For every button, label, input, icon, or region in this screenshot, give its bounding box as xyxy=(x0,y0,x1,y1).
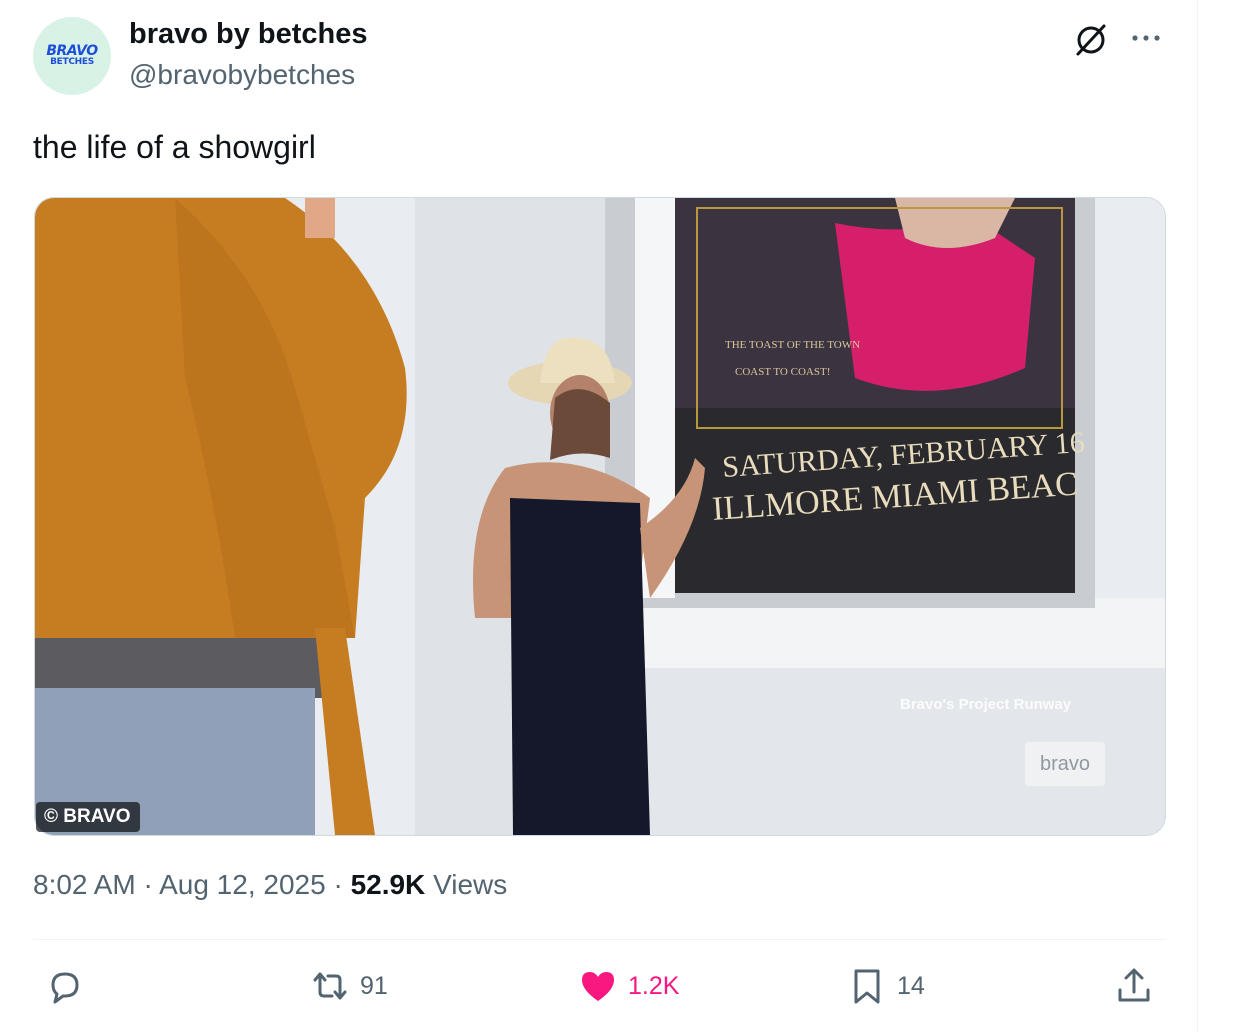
user-handle[interactable]: @bravobybetches xyxy=(129,59,355,91)
post-meta: 8:02 AM · Aug 12, 2025 · 52.9K Views xyxy=(33,869,507,901)
avatar-logo-line2: BETCHES xyxy=(50,57,94,67)
bookmark-button[interactable]: 14 xyxy=(847,966,925,1006)
avatar[interactable]: BRAVO BETCHES xyxy=(33,17,111,95)
display-name[interactable]: bravo by betches xyxy=(129,18,368,51)
heart-icon xyxy=(582,972,614,1001)
grok-icon[interactable] xyxy=(1073,22,1109,58)
bravo-watermark-logo: bravo xyxy=(1025,742,1105,786)
meta-separator: · xyxy=(143,869,160,900)
share-icon xyxy=(1118,968,1150,1002)
column-border xyxy=(1197,0,1198,1032)
post-image[interactable]: THE TOAST OF THE TOWN COAST TO COAST! SA… xyxy=(34,197,1166,836)
watermark-text: Bravo's Project Runway xyxy=(900,696,1072,713)
credit-badge: © BRAVO xyxy=(36,802,141,832)
post-text: the life of a showgirl xyxy=(33,129,316,165)
bookmark-count: 14 xyxy=(897,971,925,1000)
views-count: 52.9K xyxy=(350,869,426,900)
photo-scene: THE TOAST OF THE TOWN COAST TO COAST! SA… xyxy=(35,198,1165,835)
retweet-button[interactable]: 91 xyxy=(310,966,388,1006)
retweet-icon xyxy=(313,972,347,1000)
like-button[interactable]: 1.2K xyxy=(578,966,679,1006)
poster-tagline-2: COAST TO COAST! xyxy=(735,366,830,378)
reply-icon xyxy=(51,972,79,1004)
retweet-count: 91 xyxy=(360,971,388,1000)
more-options-icon[interactable] xyxy=(1126,20,1166,56)
reply-button[interactable] xyxy=(45,966,85,1006)
post-date[interactable]: Aug 12, 2025 xyxy=(159,869,326,900)
like-count: 1.2K xyxy=(628,971,680,1000)
divider xyxy=(33,939,1165,940)
bookmark-icon xyxy=(854,969,880,1004)
meta-separator: · xyxy=(333,869,351,900)
poster-tagline-1: THE TOAST OF THE TOWN xyxy=(725,339,860,351)
views-label: Views xyxy=(433,869,508,900)
share-button[interactable] xyxy=(1114,966,1154,1006)
post-time[interactable]: 8:02 AM xyxy=(33,869,136,900)
